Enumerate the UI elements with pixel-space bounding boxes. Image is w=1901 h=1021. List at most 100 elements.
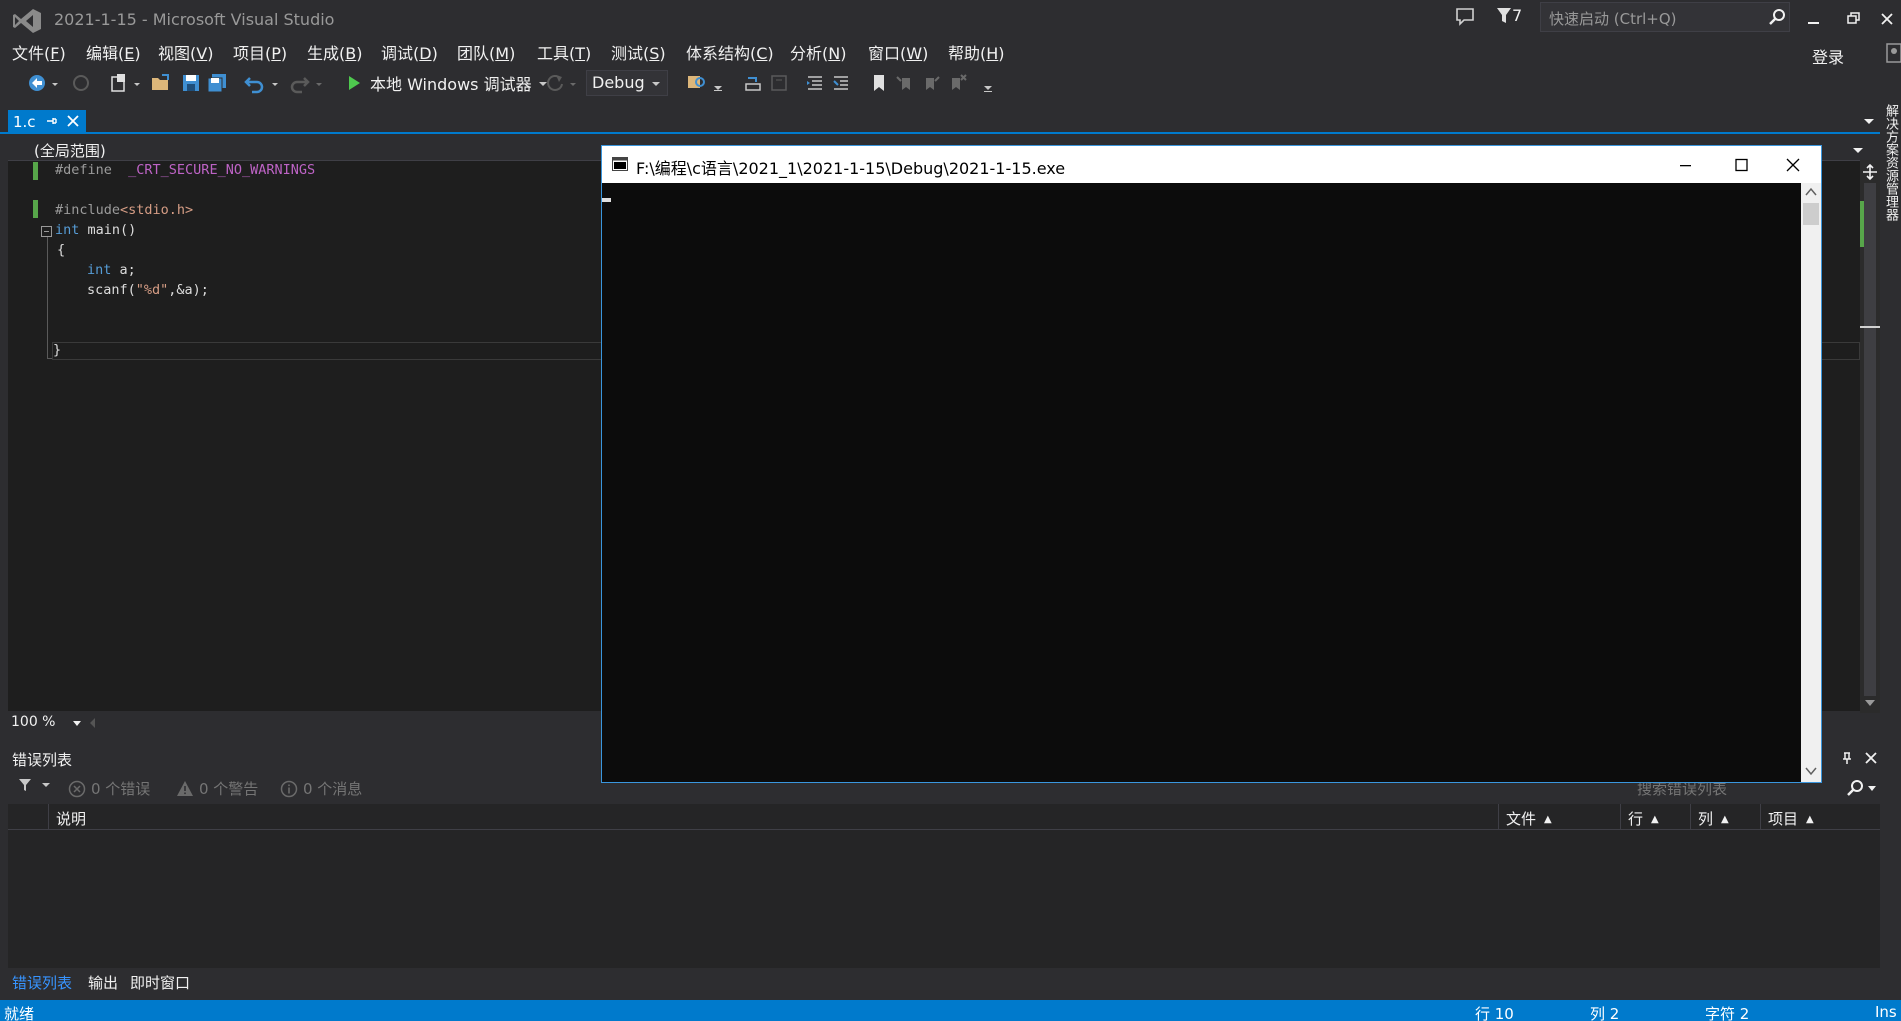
scope-selector[interactable]: (全局范围) [34,140,106,161]
code-text: scanf( [87,282,136,298]
chevron-down-icon[interactable] [1867,785,1877,793]
menu-file[interactable]: 文件(F) [12,40,66,64]
account-icon[interactable] [1886,42,1901,64]
chevron-down-icon[interactable] [72,721,82,727]
navigate-back-dropdown-icon[interactable] [50,72,60,94]
pin-icon[interactable] [1840,751,1854,765]
comment-lines-icon[interactable] [830,72,852,94]
collapse-outline-icon[interactable] [41,226,52,237]
next-bookmark-icon[interactable] [920,72,942,94]
menu-architecture[interactable]: 体系结构(C) [686,40,774,64]
save-all-icon[interactable] [206,72,228,94]
decrease-indent-icon[interactable] [804,72,826,94]
menu-edit[interactable]: 编辑(E) [86,40,141,64]
zoom-level[interactable]: 100 % [11,714,55,730]
restore-button[interactable] [1840,4,1868,34]
menu-window[interactable]: 窗口(W) [868,40,928,64]
feedback-icon[interactable] [1454,6,1476,28]
filter-button[interactable] [18,778,51,792]
redo-icon[interactable] [288,72,310,94]
chevron-down-icon[interactable] [1852,147,1864,155]
menu-debug[interactable]: 调试(D) [381,40,438,64]
solution-explorer-tab[interactable]: 解决方案资源管理器 [1883,104,1900,221]
column-description[interactable]: 说明 [56,808,86,829]
console-vertical-scrollbar[interactable] [1801,183,1821,782]
split-window-icon[interactable] [1862,164,1878,180]
clear-bookmarks-icon[interactable] [946,72,968,94]
menu-edit-label: 编辑( [86,44,125,63]
console-close-button[interactable] [1780,154,1806,176]
tab-output[interactable]: 输出 [88,972,118,993]
menu-project[interactable]: 项目(P) [233,40,287,64]
menu-team[interactable]: 团队(M) [457,40,515,64]
console-maximize-button[interactable] [1728,154,1754,176]
menu-view[interactable]: 视图(V) [158,40,213,64]
close-window-button[interactable] [1876,4,1901,34]
new-project-icon[interactable] [108,72,130,94]
console-output[interactable] [602,183,1801,782]
previous-bookmark-icon[interactable] [894,72,916,94]
search-icon[interactable] [1767,7,1787,27]
undo-dropdown-icon[interactable] [270,72,280,94]
quick-launch-box[interactable]: 快速启动 (Ctrl+Q) [1540,2,1790,32]
scroll-down-icon[interactable] [1862,696,1878,710]
errors-filter-toggle[interactable]: 0 个错误 [68,778,150,799]
scrollbar-thumb[interactable] [1864,183,1876,696]
warnings-filter-toggle[interactable]: 0 个警告 [176,778,258,799]
step-over-icon[interactable] [742,72,764,94]
scroll-up-icon[interactable] [1805,187,1817,197]
column-column[interactable]: 列 ▲ [1698,808,1729,829]
notification-flag-icon[interactable] [1496,6,1512,26]
tab-1c[interactable]: 1.c [8,110,86,134]
menu-project-key: P [271,44,281,63]
menu-view-key: V [196,44,208,63]
tab-immediate-window[interactable]: 即时窗口 [130,972,190,993]
new-project-dropdown-icon[interactable] [132,72,142,94]
start-debugging-button[interactable]: 本地 Windows 调试器 [346,70,548,96]
navigate-forward-icon[interactable] [70,72,92,94]
menu-build-label: 生成( [307,44,346,63]
menu-debug-label: 调试( [381,44,420,63]
standard-toolbar: 本地 Windows 调试器 Debug [0,68,1880,98]
console-scrollbar-thumb[interactable] [1803,203,1819,225]
pin-icon[interactable] [44,114,58,128]
column-line[interactable]: 行 ▲ [1628,808,1659,829]
scroll-down-icon[interactable] [1805,766,1817,776]
toolbar-options-icon[interactable] [982,72,994,94]
console-window[interactable]: F:\编程\c语言\2021_1\2021-1-15\Debug\2021-1-… [601,145,1822,783]
save-icon[interactable] [180,72,202,94]
column-file[interactable]: 文件 ▲ [1506,808,1552,829]
close-icon[interactable] [1864,751,1878,765]
console-title-bar[interactable]: F:\编程\c语言\2021_1\2021-1-15\Debug\2021-1-… [602,146,1821,183]
notification-count[interactable]: 7 [1512,6,1522,25]
open-file-icon[interactable] [150,72,172,94]
menu-tools[interactable]: 工具(T) [537,40,591,64]
tab-error-list[interactable]: 错误列表 [12,972,72,993]
redo-dropdown-icon[interactable] [314,72,324,94]
menu-help[interactable]: 帮助(H) [948,40,1005,64]
solution-configuration-select[interactable]: Debug [586,70,668,96]
find-dropdown-icon[interactable] [712,72,724,94]
solution-explorer-sync-icon[interactable] [768,72,790,94]
tab-list-dropdown-icon[interactable] [1862,116,1876,126]
menu-window-key: W [906,44,923,63]
info-icon [280,780,298,797]
login-link[interactable]: 登录 [1812,44,1844,68]
refresh-icon[interactable] [544,72,566,94]
tab-close-icon[interactable] [66,114,80,128]
refresh-dropdown-icon[interactable] [568,72,578,94]
menu-test[interactable]: 测试(S) [611,40,666,64]
column-file-label: 文件 [1506,810,1537,828]
menu-build[interactable]: 生成(B) [307,40,362,64]
navigate-back-icon[interactable] [26,72,48,94]
menu-analyze[interactable]: 分析(N) [790,40,846,64]
bookmark-icon[interactable] [868,72,890,94]
minimize-button[interactable] [1800,4,1828,34]
search-icon[interactable] [1845,778,1865,798]
messages-filter-toggle[interactable]: 0 个消息 [280,778,362,799]
undo-icon[interactable] [244,72,266,94]
find-in-files-icon[interactable] [686,72,708,94]
scroll-left-icon[interactable] [88,717,96,729]
console-minimize-button[interactable] [1672,154,1698,176]
column-project[interactable]: 项目 ▲ [1768,808,1814,829]
